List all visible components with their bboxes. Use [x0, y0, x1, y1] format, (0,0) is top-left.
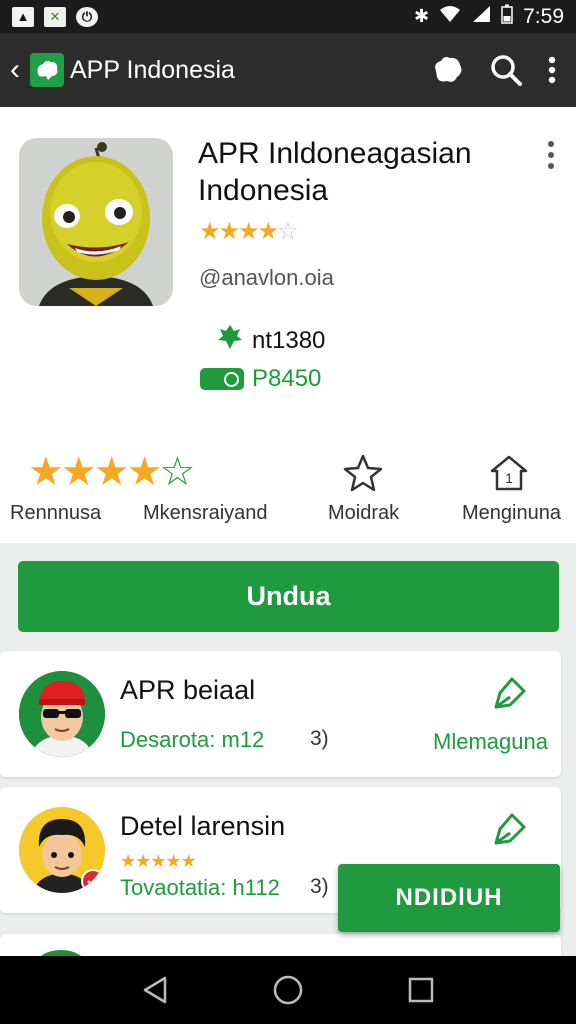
tag-icon[interactable]	[492, 811, 528, 852]
star-filled-icon: ★	[180, 851, 197, 871]
star-filled-icon: ★	[218, 218, 240, 245]
app-developer-handle: @anavlon.oia	[199, 265, 334, 290]
list-item-subtitle: Tovaotatia: h112	[120, 875, 280, 900]
download-count-value: nt1380	[252, 326, 326, 354]
avatar	[19, 671, 105, 757]
star-filled-icon: ★	[165, 851, 181, 871]
app-title: APR Inldoneagasian Indonesia	[198, 137, 472, 207]
more-options-icon[interactable]	[548, 141, 556, 169]
app-bar-title: APP Indonesia	[70, 55, 235, 84]
list-item-title: APR beiaal	[120, 675, 256, 705]
star-filled-icon: ★	[199, 218, 220, 245]
bluetooth-icon: ✱	[414, 6, 430, 26]
star-filled-icon: ★	[150, 851, 166, 871]
nav-home-icon[interactable]	[272, 974, 304, 1006]
star-filled-icon: ★	[135, 851, 151, 871]
star-filled-icon: ★	[238, 218, 259, 245]
metric-label-ratings: Rennnusa	[10, 502, 102, 524]
metric-label-menginuna: Menginuna	[462, 502, 561, 524]
avatar	[19, 807, 105, 893]
list-item-action-label[interactable]: Mlemaguna	[433, 729, 548, 755]
nav-back-icon[interactable]	[141, 975, 169, 1005]
download-tree-icon	[216, 323, 244, 358]
nav-recents-icon[interactable]	[407, 976, 435, 1004]
search-icon[interactable]	[490, 54, 522, 86]
storage-icon	[200, 368, 244, 390]
star-filled-icon: ★	[257, 218, 279, 245]
puzzle-icon[interactable]	[432, 55, 464, 85]
metric-label-reviews: Mkensraiyand	[143, 502, 268, 524]
list-item-subtitle: Desarota: m12	[120, 727, 265, 752]
status-time: 7:59	[523, 4, 564, 28]
star-filled-icon: ★	[120, 851, 136, 871]
signal-icon	[471, 5, 491, 28]
stars-rating-icon: ★★★★☆	[28, 449, 195, 495]
list-item-rating-stars: ★★★★★	[120, 851, 197, 872]
app-logo-icon	[30, 53, 64, 87]
wifi-icon	[439, 5, 461, 28]
metric-label-moidrak: Moidrak	[328, 502, 400, 524]
more-vert-icon[interactable]	[548, 56, 556, 84]
app-size: P8450	[200, 365, 321, 393]
status-bar: ▲ ✕ ⏻ ✱ 7:59	[0, 0, 576, 33]
app-bar: ‹ APP Indonesia	[0, 33, 576, 107]
app-header-card: APR Inldoneagasian Indonesia ★★★★☆ @anav…	[0, 107, 576, 543]
back-icon[interactable]: ‹	[0, 53, 26, 87]
image-icon: ▲	[12, 6, 34, 27]
list-item-number: 3)	[310, 727, 329, 750]
app-rating-stars: ★★★★☆	[199, 217, 299, 246]
svg-text:1: 1	[505, 470, 513, 486]
app-icon	[19, 138, 173, 306]
star-empty-icon: ☆	[159, 450, 195, 494]
list-item-title: Detel larensin	[120, 811, 286, 841]
home-icon[interactable]: 1	[488, 453, 530, 498]
star-filled-icon: ★	[93, 450, 130, 494]
star-filled-icon: ★	[126, 450, 163, 494]
list-item-number: 3)	[310, 875, 329, 898]
download-count: nt1380	[216, 323, 325, 358]
floating-action-button[interactable]: NDIDlUH	[338, 864, 560, 932]
metrics-row: ★★★★☆ Rennnusa Mkensraiyand Moidrak 1 Me…	[0, 447, 576, 537]
list-item[interactable]: APR beiaal Desarota: m12 3) Mlemaguna	[0, 651, 561, 777]
star-filled-icon: ★	[28, 450, 64, 494]
star-outline-icon[interactable]	[342, 453, 384, 498]
system-nav-bar	[0, 956, 576, 1024]
battery-icon	[501, 4, 513, 29]
app-size-value: P8450	[252, 365, 322, 392]
x-icon: ✕	[44, 6, 66, 27]
power-icon: ⏻	[76, 6, 98, 27]
star-filled-icon: ★	[60, 450, 97, 494]
tag-icon[interactable]	[492, 675, 528, 716]
star-empty-icon: ☆	[277, 218, 298, 245]
download-button[interactable]: Undua	[18, 561, 559, 632]
